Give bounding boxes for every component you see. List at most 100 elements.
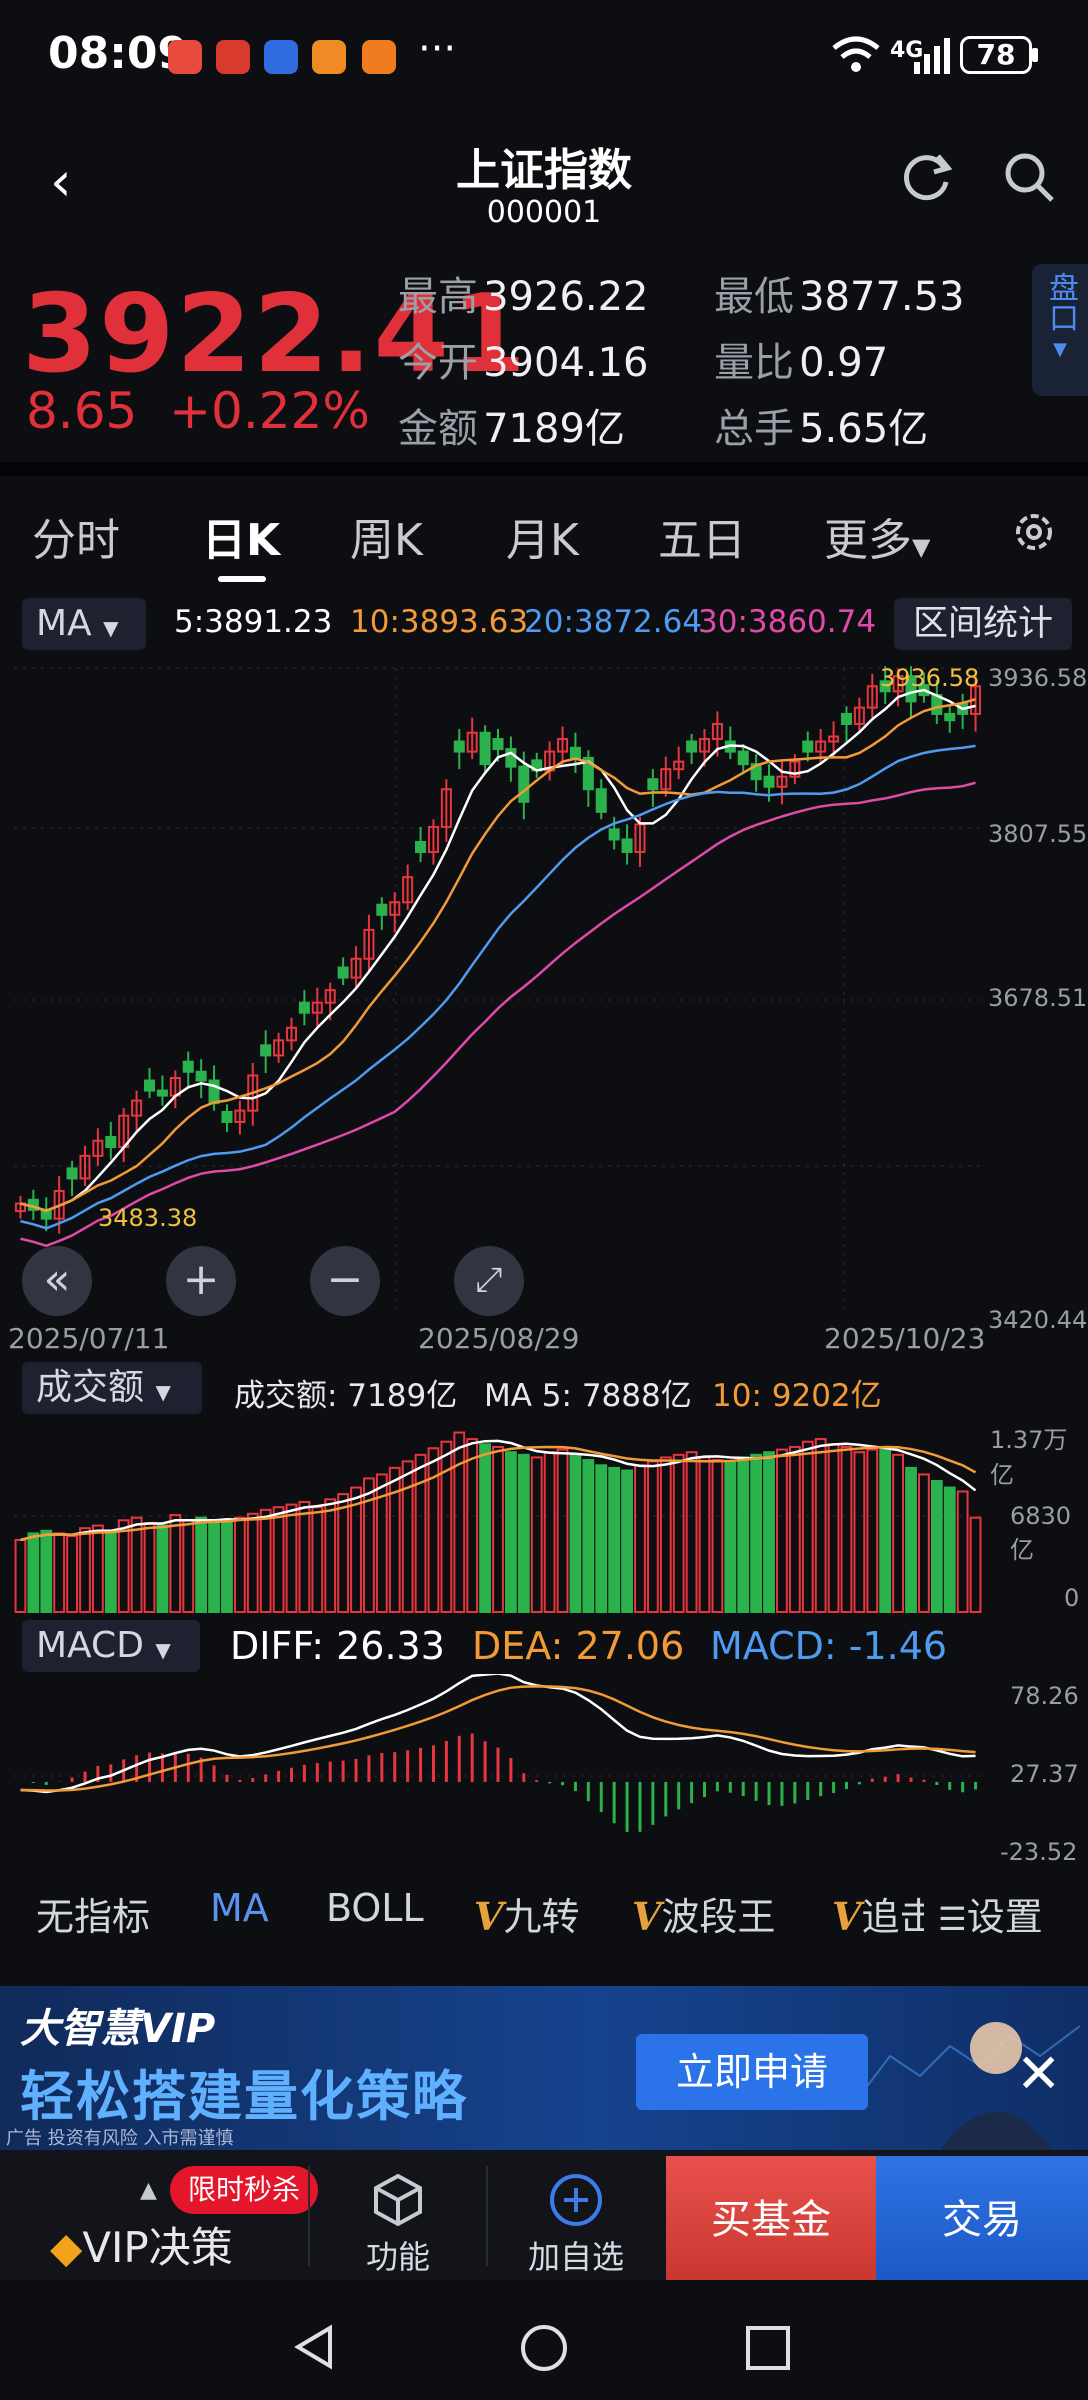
ad-banner[interactable]: 大智慧VIP 轻松搭建量化策略 广告 投资有风险 入市需谨慎 立即申请 ✕ [0,1986,1088,2150]
volume-bar [621,1469,633,1613]
indicator-ma[interactable]: MA [210,1886,269,1930]
volume-bar [530,1456,543,1614]
add-circle-icon[interactable] [548,2172,604,2228]
home-circle-icon[interactable] [518,2322,570,2374]
volume-bar [569,1453,582,1614]
macd-indicator-select[interactable]: MACD ▼ [22,1620,200,1672]
indicator-boll[interactable]: BOLL [326,1886,424,1930]
back-button[interactable]: ‹ [50,150,72,213]
volume-bar [492,1445,504,1613]
volume-ma10-line [20,1445,977,1542]
volume-bar [272,1506,285,1613]
buy-fund-button[interactable]: 买基金 [666,2156,876,2284]
back-triangle-icon[interactable] [290,2322,340,2372]
volume-bar [117,1519,130,1613]
candle-body [763,775,775,788]
ma20-value: 20:3872.64 [524,604,703,640]
tab-daily-k[interactable]: 日K [202,504,280,568]
fullscreen-button[interactable]: ⤢ [454,1246,524,1316]
ma5-value: 5:3891.23 [174,604,333,640]
close-icon[interactable]: ✕ [1016,2042,1061,2105]
volume-bar [505,1451,517,1613]
cube-icon[interactable] [370,2172,426,2228]
pankou-button[interactable]: 盘口 ▼ [1032,264,1088,396]
candle-body [802,740,814,753]
candle-body [840,712,852,725]
ma30-line [20,781,976,1248]
volume-indicator-select[interactable]: 成交额 ▼ [22,1362,202,1414]
volume-axis-mid: 6830亿 [1010,1502,1072,1564]
news-app-icon [168,40,202,74]
quote-value: 3904.16 [483,340,649,386]
volume-bar [905,1466,917,1613]
volume-bar [943,1486,956,1613]
ma-indicator-select[interactable]: MA ▼ [22,598,146,650]
quote-value: 3926.22 [483,274,649,320]
volume-bar [169,1514,182,1613]
volume-ma5-value: MA 5: 7888亿 [484,1378,692,1414]
indicator-none[interactable]: 无指标 [36,1886,150,1941]
interval-stats-button[interactable]: 区间统计 [894,598,1072,650]
volume-bar [285,1503,298,1613]
ad-fine-print: 广告 投资有风险 入市需谨慎 [6,2128,234,2149]
volume-axis-top: 1.37万亿 [990,1426,1068,1489]
tab-more[interactable]: 更多▼ [824,504,930,568]
y-axis-label-3: 3678.51 [988,984,1088,1012]
zoom-in-button[interactable]: + [166,1246,236,1316]
volume-bar [466,1438,479,1614]
volume-bar [414,1453,427,1614]
y-axis-label-2: 3807.55 [988,820,1088,848]
orange-app-icon-1 [312,40,346,74]
quote-label: 最高 [398,274,478,320]
volume-bar [91,1524,104,1613]
recents-square-icon[interactable] [744,2324,792,2372]
macd-chart[interactable] [0,1674,1088,1870]
volume-bar [195,1516,208,1613]
x-axis-date-start: 2025/07/11 [8,1322,170,1355]
indicator-chase[interactable]: V追击 [832,1886,924,1941]
function-button[interactable]: 功能 [328,2232,468,2278]
macd-axis-bottom: -23.52 [1000,1838,1078,1866]
signal-icon [914,38,950,74]
volume-bar [853,1451,866,1613]
active-tab-indicator [218,576,266,582]
volume-bar [969,1516,982,1613]
scroll-left-button[interactable]: « [22,1246,92,1316]
trade-button[interactable]: 交易 [876,2156,1088,2284]
chevron-down-icon: ▼ [1053,339,1067,360]
search-icon[interactable] [1000,148,1058,206]
quote-field-volume-ratio: 量比 0.97 [714,330,888,388]
macd-axis-top: 78.26 [1010,1682,1079,1710]
volume-bar [814,1438,827,1614]
tab-weekly-k[interactable]: 周K [350,504,423,568]
orange-app-icon-2 [362,40,396,74]
candle-body [260,1044,272,1057]
refresh-icon[interactable] [898,148,956,206]
tab-five-day[interactable]: 五日 [658,504,746,568]
vip-v-icon: V [832,1894,862,1939]
quote-field-low: 最低 3877.53 [714,264,965,322]
volume-chart[interactable] [0,1420,1088,1616]
volume-bar [672,1453,685,1614]
tab-intraday[interactable]: 分时 [32,504,120,568]
quote-value: 5.65亿 [799,406,929,452]
volume-bar [543,1451,556,1613]
zoom-out-button[interactable]: − [310,1246,380,1316]
volume-bar [66,1535,78,1613]
blue-app-icon [264,40,298,74]
indicator-wave-king[interactable]: V波段王 [632,1886,776,1941]
ma10-line [20,698,976,1212]
vip-decision-button[interactable]: ◆VIP决策 [50,2214,233,2275]
macd-value: MACD: -1.46 [710,1624,948,1668]
indicator-settings[interactable]: ☰设置 [934,1886,1043,1941]
indicator-nine-turn[interactable]: V九转 [474,1886,580,1941]
volume-bar [130,1516,143,1613]
ad-apply-button[interactable]: 立即申请 [636,2034,868,2110]
volume-bar [440,1440,453,1614]
gear-icon[interactable] [1008,506,1060,558]
ma10-value: 10:3893.63 [350,604,529,640]
volume-bar [337,1493,350,1613]
wifi-icon [832,36,880,72]
add-to-watchlist-button[interactable]: 加自选 [506,2232,646,2278]
tab-monthly-k[interactable]: 月K [506,504,579,568]
